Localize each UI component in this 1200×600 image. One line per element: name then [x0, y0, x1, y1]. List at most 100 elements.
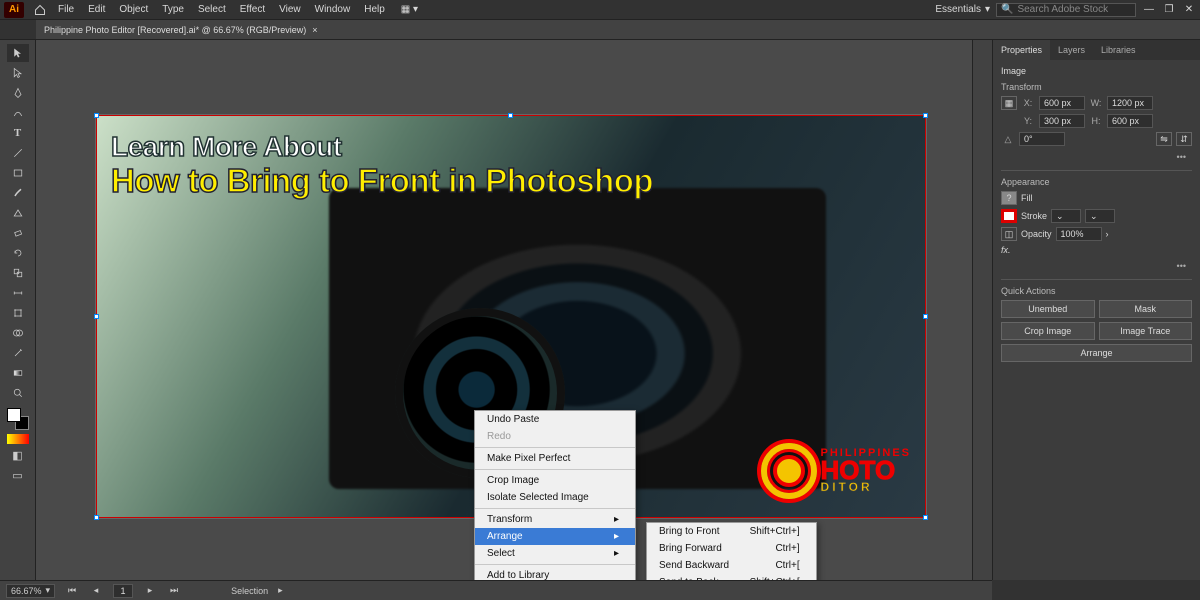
tab-properties[interactable]: Properties	[993, 40, 1050, 60]
chevron-down-icon: ▾	[46, 585, 51, 596]
rotate-tool[interactable]	[7, 244, 29, 262]
nav-first-icon[interactable]: ⏮	[65, 584, 79, 598]
zoom-select[interactable]: 66.67%▾	[6, 584, 55, 598]
fx-label[interactable]: fx.	[1001, 245, 1011, 255]
transform-header: Transform	[1001, 82, 1192, 92]
sub-bring-to-front[interactable]: Bring to FrontShift+Ctrl+]	[647, 523, 816, 540]
menu-file[interactable]: File	[58, 4, 74, 15]
direct-selection-tool[interactable]	[7, 64, 29, 82]
panel-tabs: Properties Layers Libraries	[993, 40, 1200, 60]
h-field[interactable]: 600 px	[1107, 114, 1153, 128]
collapsed-panels-strip[interactable]	[972, 40, 992, 580]
angle-field[interactable]: 0°	[1019, 132, 1065, 146]
curvature-tool[interactable]	[7, 104, 29, 122]
ctx-isolate-selected[interactable]: Isolate Selected Image	[475, 489, 635, 506]
qa-crop-image-button[interactable]: Crop Image	[1001, 322, 1095, 340]
eraser-tool[interactable]	[7, 224, 29, 242]
ctx-crop-image[interactable]: Crop Image	[475, 472, 635, 489]
menu-object[interactable]: Object	[119, 4, 148, 15]
stroke-swatch[interactable]	[1001, 209, 1017, 223]
gradient-swatch[interactable]	[7, 434, 29, 444]
context-menu[interactable]: Undo Paste Redo Make Pixel Perfect Crop …	[474, 410, 636, 580]
x-label: X:	[1021, 98, 1035, 108]
workspace-switcher[interactable]: Essentials▾	[935, 4, 990, 15]
document-tab[interactable]: Philippine Photo Editor [Recovered].ai* …	[36, 20, 326, 39]
zoom-tool[interactable]	[7, 384, 29, 402]
home-icon[interactable]	[32, 2, 48, 18]
ctx-make-pixel-perfect[interactable]: Make Pixel Perfect	[475, 450, 635, 467]
ctx-transform[interactable]: Transform	[475, 511, 635, 528]
window-close-icon[interactable]: ✕	[1182, 3, 1196, 17]
free-transform-tool[interactable]	[7, 304, 29, 322]
canvas[interactable]: Learn More About How to Bring to Front i…	[36, 40, 972, 580]
search-input[interactable]: 🔍 Search Adobe Stock	[996, 3, 1136, 17]
menu-select[interactable]: Select	[198, 4, 226, 15]
ctx-undo-paste[interactable]: Undo Paste	[475, 411, 635, 428]
menu-effect[interactable]: Effect	[240, 4, 265, 15]
x-field[interactable]: 600 px	[1039, 96, 1085, 110]
draw-mode-icon[interactable]: ◧	[7, 446, 29, 464]
ctx-redo: Redo	[475, 428, 635, 445]
flip-horizontal-icon[interactable]: ⇋	[1156, 132, 1172, 146]
ctx-select[interactable]: Select	[475, 545, 635, 562]
opacity-chevron-icon[interactable]: ›	[1106, 229, 1109, 239]
type-tool[interactable]: T	[7, 124, 29, 142]
stroke-label: Stroke	[1021, 211, 1047, 221]
ctx-arrange[interactable]: Arrange	[475, 528, 635, 545]
tab-libraries[interactable]: Libraries	[1093, 40, 1144, 60]
sub-bring-forward[interactable]: Bring ForwardCtrl+]	[647, 540, 816, 557]
ctx-add-to-library[interactable]: Add to Library	[475, 567, 635, 580]
tab-layers[interactable]: Layers	[1050, 40, 1093, 60]
artwork-headline-1: Learn More About	[111, 131, 342, 163]
fill-swatch[interactable]: ?	[1001, 191, 1017, 205]
menu-view[interactable]: View	[279, 4, 301, 15]
artwork-logo: PHILIPPINES HOTO DITOR	[761, 443, 911, 499]
artboard-nav-field[interactable]: 1	[113, 584, 133, 598]
document-tab-title: Philippine Photo Editor [Recovered].ai* …	[44, 25, 306, 35]
scale-tool[interactable]	[7, 264, 29, 282]
opacity-field[interactable]: 100%	[1056, 227, 1102, 241]
color-swatch[interactable]	[7, 408, 29, 430]
stroke-weight-field[interactable]: ⌄	[1051, 209, 1081, 223]
artwork-headline-2: How to Bring to Front in Photoshop	[111, 162, 653, 200]
menu-help[interactable]: Help	[364, 4, 385, 15]
qa-mask-button[interactable]: Mask	[1099, 300, 1193, 318]
paintbrush-tool[interactable]	[7, 184, 29, 202]
shape-builder-tool[interactable]	[7, 324, 29, 342]
screen-mode-icon[interactable]: ▭	[7, 466, 29, 484]
menu-type[interactable]: Type	[162, 4, 184, 15]
menu-window[interactable]: Window	[315, 4, 351, 15]
close-tab-icon[interactable]: ×	[312, 25, 317, 35]
w-field[interactable]: 1200 px	[1107, 96, 1153, 110]
flip-vertical-icon[interactable]: ⇵	[1176, 132, 1192, 146]
reference-point-icon[interactable]: ▦	[1001, 96, 1017, 110]
sub-send-backward[interactable]: Send BackwardCtrl+[	[647, 557, 816, 574]
document-tab-row: Philippine Photo Editor [Recovered].ai* …	[0, 20, 1200, 40]
logo-line2: HOTO	[821, 459, 911, 482]
gradient-tool[interactable]	[7, 364, 29, 382]
selection-tool[interactable]	[7, 44, 29, 62]
status-chevron-icon[interactable]: ▸	[278, 585, 283, 596]
menu-edit[interactable]: Edit	[88, 4, 105, 15]
nav-last-icon[interactable]: ⏭	[167, 584, 181, 598]
line-tool[interactable]	[7, 144, 29, 162]
width-tool[interactable]	[7, 284, 29, 302]
appearance-more-icon[interactable]: •••	[1001, 259, 1192, 273]
nav-next-icon[interactable]: ▸	[143, 584, 157, 598]
window-minimize-icon[interactable]: —	[1142, 3, 1156, 17]
qa-arrange-button[interactable]: Arrange	[1001, 344, 1192, 362]
rectangle-tool[interactable]	[7, 164, 29, 182]
opacity-label: Opacity	[1021, 229, 1052, 239]
window-restore-icon[interactable]: ❐	[1162, 3, 1176, 17]
qa-image-trace-button[interactable]: Image Trace	[1099, 322, 1193, 340]
shaper-tool[interactable]	[7, 204, 29, 222]
pen-tool[interactable]	[7, 84, 29, 102]
stroke-style-field[interactable]: ⌄	[1085, 209, 1115, 223]
y-field[interactable]: 300 px	[1039, 114, 1085, 128]
context-submenu-arrange[interactable]: Bring to FrontShift+Ctrl+] Bring Forward…	[646, 522, 817, 580]
arrange-docs-icon[interactable]: ▦ ▾	[401, 4, 418, 15]
qa-unembed-button[interactable]: Unembed	[1001, 300, 1095, 318]
transform-more-icon[interactable]: •••	[1001, 150, 1192, 164]
nav-prev-icon[interactable]: ◂	[89, 584, 103, 598]
eyedropper-tool[interactable]	[7, 344, 29, 362]
